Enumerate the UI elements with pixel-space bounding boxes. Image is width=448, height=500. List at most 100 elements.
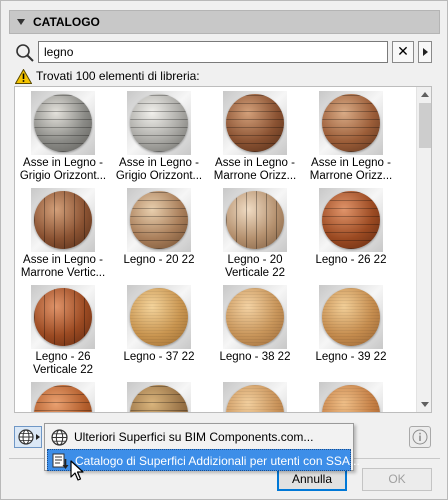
material-sphere-preview — [322, 385, 380, 412]
label-line-1: Legno - 20 22 — [123, 254, 195, 266]
library-item[interactable]: Asse in Legno - Grigio Orizzont... — [15, 89, 111, 185]
menu-item-ssa-catalog[interactable]: Catalogo di Superfici Addizionali per ut… — [47, 449, 360, 471]
item-thumbnail — [127, 188, 191, 252]
item-thumbnail — [31, 188, 95, 252]
material-sphere-preview — [130, 94, 188, 152]
library-item[interactable]: Asse in Legno - Marrone Vertic... — [15, 186, 111, 282]
library-item[interactable]: Legno - 38 22 — [207, 283, 303, 379]
download-icon — [52, 453, 69, 469]
label-line-1: Asse in Legno - — [119, 157, 199, 169]
surfaces-popup-menu: Ulteriori Superfici su BIM Components.co… — [44, 423, 360, 471]
material-sphere-preview — [34, 94, 92, 152]
library-item-label: Legno - 20 22 — [111, 254, 207, 267]
item-thumbnail — [319, 382, 383, 412]
item-thumbnail — [223, 382, 287, 412]
globe-icon — [51, 429, 68, 446]
results-count-text: Trovati 100 elementi di libreria: — [36, 69, 200, 83]
material-sphere-preview — [34, 191, 92, 249]
collapse-triangle-icon[interactable] — [17, 19, 25, 25]
library-item[interactable]: Legno - 20 22 — [111, 186, 207, 282]
label-line-2: Grigio Orizzont... — [19, 170, 107, 182]
library-item[interactable]: Asse in Legno - Marrone Orizz... — [207, 89, 303, 185]
label-line-1: Legno - 37 22 — [123, 351, 195, 363]
library-item-label: Legno - 26 Verticale 22 — [15, 351, 111, 377]
info-icon — [412, 429, 428, 445]
warning-icon — [15, 69, 32, 84]
ok-button[interactable]: OK — [362, 468, 432, 491]
globe-icon — [18, 429, 34, 445]
label-line-1: Asse in Legno - — [23, 157, 103, 169]
label-line-2: Marrone Orizz... — [213, 170, 297, 182]
material-sphere-preview — [322, 288, 380, 346]
vertical-scrollbar[interactable] — [416, 87, 431, 412]
clear-search-button[interactable]: ✕ — [392, 41, 414, 63]
library-item[interactable]: Legno - 20 Verticale 22 — [207, 186, 303, 282]
label-line-2: Marrone Orizz... — [309, 170, 393, 182]
menu-item-label: Catalogo di Superfici Addizionali per ut… — [75, 454, 360, 468]
label-line-1: Legno - 26 — [35, 351, 91, 363]
item-thumbnail — [223, 91, 287, 155]
mouse-cursor-icon — [70, 460, 84, 481]
label-line-2: Verticale 22 — [224, 267, 286, 279]
library-item[interactable] — [207, 380, 303, 412]
material-sphere-preview — [322, 94, 380, 152]
item-thumbnail — [319, 188, 383, 252]
library-item[interactable]: Legno - 39 22 — [303, 283, 399, 379]
item-thumbnail — [319, 91, 383, 155]
arrow-right-icon — [423, 48, 428, 56]
search-options-button[interactable] — [418, 41, 432, 63]
library-items-list[interactable]: Asse in Legno - Grigio Orizzont... Asse in… — [14, 86, 432, 413]
library-item[interactable]: Asse in Legno - Marrone Orizz... — [303, 89, 399, 185]
library-item[interactable]: Legno - 26 Verticale 22 — [15, 283, 111, 379]
material-sphere-preview — [130, 385, 188, 412]
material-sphere-preview — [34, 385, 92, 412]
arrow-right-icon — [36, 434, 40, 440]
material-sphere-preview — [226, 191, 284, 249]
scrollbar-thumb[interactable] — [419, 103, 431, 148]
menu-item-bim-components[interactable]: Ulteriori Superfici su BIM Components.co… — [47, 426, 351, 448]
material-sphere-preview — [226, 385, 284, 412]
cancel-button[interactable]: Annulla — [277, 468, 347, 491]
scroll-up-icon[interactable] — [421, 92, 429, 97]
library-item-label: Asse in Legno - Marrone Orizz... — [303, 157, 399, 183]
label-line-1: Legno - 38 22 — [219, 351, 291, 363]
section-title: CATALOGO — [33, 15, 100, 29]
material-sphere-preview — [322, 191, 380, 249]
library-item-label: Asse in Legno - Marrone Orizz... — [207, 157, 303, 183]
item-thumbnail — [127, 285, 191, 349]
item-thumbnail — [31, 382, 95, 412]
material-sphere-preview — [226, 94, 284, 152]
item-thumbnail — [127, 91, 191, 155]
library-item[interactable] — [15, 380, 111, 412]
item-thumbnail — [31, 91, 95, 155]
label-line-1: Asse in Legno - — [215, 157, 295, 169]
item-thumbnail — [127, 382, 191, 412]
library-item[interactable] — [111, 380, 207, 412]
library-item-label: Legno - 38 22 — [207, 351, 303, 364]
item-thumbnail — [319, 285, 383, 349]
label-line-1: Asse in Legno - — [23, 254, 103, 266]
label-line-2: Marrone Vertic... — [20, 267, 106, 279]
material-sphere-preview — [34, 288, 92, 346]
material-sphere-preview — [226, 288, 284, 346]
search-input[interactable] — [38, 41, 388, 63]
library-item-label: Asse in Legno - Grigio Orizzont... — [111, 157, 207, 183]
info-button[interactable] — [409, 426, 431, 448]
library-item-label: Legno - 26 22 — [303, 254, 399, 267]
material-sphere-preview — [130, 191, 188, 249]
search-icon — [16, 44, 34, 62]
library-item-label: Legno - 39 22 — [303, 351, 399, 364]
menu-item-label: Ulteriori Superfici su BIM Components.co… — [74, 430, 314, 444]
library-item[interactable]: Asse in Legno - Grigio Orizzont... — [111, 89, 207, 185]
label-line-2: Grigio Orizzont... — [115, 170, 203, 182]
library-item-label: Asse in Legno - Grigio Orizzont... — [15, 157, 111, 183]
catalog-section-header[interactable]: CATALOGO — [9, 10, 440, 34]
library-item[interactable]: Legno - 37 22 — [111, 283, 207, 379]
library-item[interactable] — [303, 380, 399, 412]
scroll-down-icon[interactable] — [421, 402, 429, 407]
item-thumbnail — [223, 285, 287, 349]
label-line-1: Legno - 39 22 — [315, 351, 387, 363]
library-item-label: Legno - 37 22 — [111, 351, 207, 364]
surfaces-online-button[interactable] — [14, 426, 42, 448]
library-item[interactable]: Legno - 26 22 — [303, 186, 399, 282]
